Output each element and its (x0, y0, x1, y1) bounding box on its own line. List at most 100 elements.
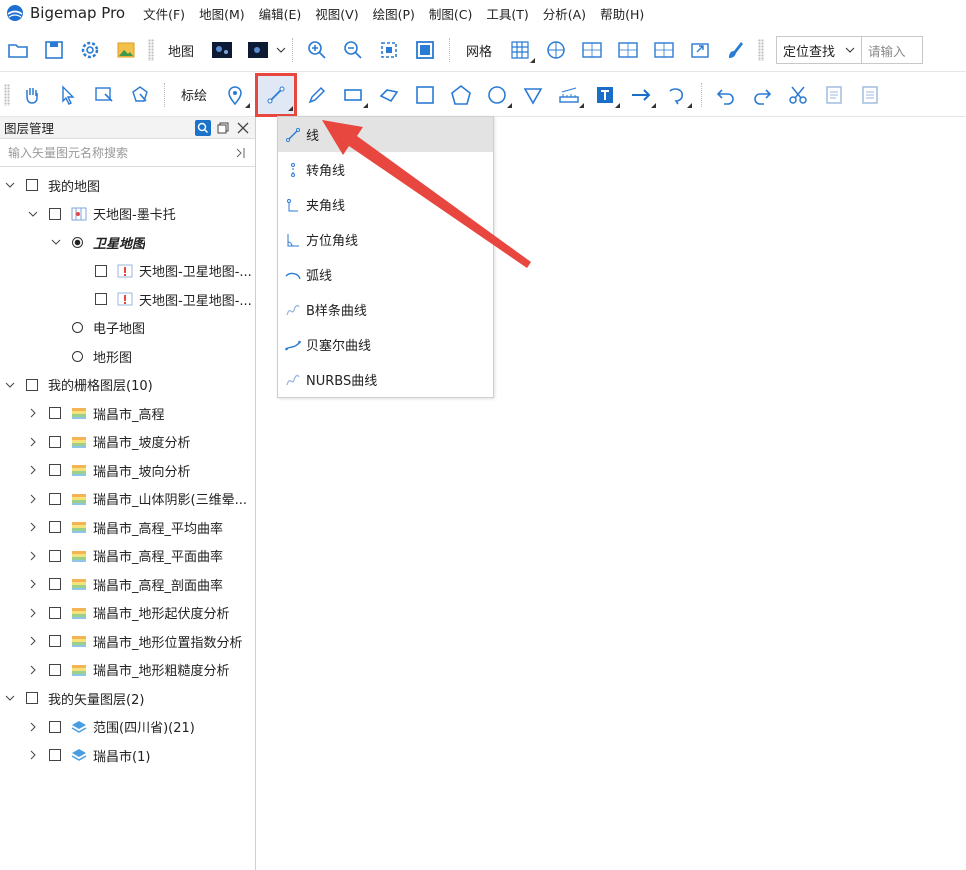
layer-checkbox[interactable] (49, 720, 61, 733)
tree-row[interactable]: 天地图-卫星地图-... (0, 285, 255, 314)
menu-map[interactable]: 地图(M) (199, 4, 245, 23)
sector-button[interactable] (517, 79, 549, 111)
lonlat-grid-button[interactable] (540, 34, 572, 66)
layer-search[interactable]: 输入矢量图元名称搜索 (0, 139, 255, 167)
locate-select[interactable]: 定位查找 (777, 37, 863, 63)
layer-checkbox[interactable] (49, 549, 61, 562)
locate-input[interactable]: 请输入 (862, 41, 922, 60)
tree-row[interactable]: 瑞昌市_地形起伏度分析 (0, 599, 255, 628)
tree-row[interactable]: 瑞昌市_地形粗糙度分析 (0, 656, 255, 685)
chevron-right-icon[interactable] (27, 464, 39, 476)
layer-checkbox[interactable] (95, 293, 107, 306)
chevron-right-icon[interactable] (27, 664, 39, 676)
bearing-line-option[interactable]: 方位角线 (278, 222, 493, 257)
layer-checkbox[interactable] (26, 378, 38, 391)
chevron-right-icon[interactable] (27, 436, 39, 448)
chevron-down-icon[interactable] (4, 179, 16, 191)
layer-checkbox[interactable] (49, 635, 61, 648)
open-folder-button[interactable] (2, 34, 34, 66)
tree-row[interactable]: 电子地图 (0, 314, 255, 343)
export-button[interactable] (684, 34, 716, 66)
select-button[interactable] (52, 79, 84, 111)
panel-search-button[interactable] (195, 119, 211, 136)
tree-row[interactable]: 卫星地图 (0, 228, 255, 257)
layer-checkbox[interactable] (49, 521, 61, 534)
polygon-button[interactable] (373, 79, 405, 111)
layer-radio[interactable] (72, 322, 83, 334)
redo-button[interactable] (746, 79, 778, 111)
circle-button[interactable] (481, 79, 513, 111)
layer-checkbox[interactable] (49, 578, 61, 591)
bezier-option[interactable]: 贝塞尔曲线 (278, 327, 493, 362)
toolbar-grip[interactable] (148, 39, 154, 61)
chevron-right-icon[interactable] (27, 521, 39, 533)
chevron-right-icon[interactable] (27, 578, 39, 590)
panel-float-button[interactable] (215, 120, 231, 136)
tree-row[interactable]: 我的矢量图层(2) (0, 684, 255, 713)
layer-checkbox[interactable] (49, 407, 61, 420)
tree-row[interactable]: 我的地图 (0, 171, 255, 200)
bspline-option[interactable]: B样条曲线 (278, 292, 493, 327)
layer-checkbox[interactable] (49, 492, 61, 505)
settings-button[interactable] (74, 34, 106, 66)
chevron-right-icon[interactable] (27, 749, 39, 761)
chevron-right-icon[interactable] (27, 407, 39, 419)
full-extent-button[interactable] (409, 34, 441, 66)
layer-radio[interactable] (72, 236, 83, 248)
tree-row[interactable]: 瑞昌市_坡度分析 (0, 428, 255, 457)
marker-button[interactable] (219, 79, 251, 111)
layer-checkbox[interactable] (49, 464, 61, 477)
layer-search-input[interactable]: 输入矢量图元名称搜索 (8, 144, 235, 161)
nurbs-option[interactable]: NURBS曲线 (278, 362, 493, 397)
tree-row[interactable]: 瑞昌市_坡向分析 (0, 456, 255, 485)
layer-checkbox[interactable] (49, 207, 61, 220)
map-source-button[interactable] (242, 34, 274, 66)
chevron-down-icon[interactable] (50, 236, 62, 248)
tree-row[interactable]: 天地图-卫星地图-... (0, 257, 255, 286)
pan-button[interactable] (16, 79, 48, 111)
save-button[interactable] (38, 34, 70, 66)
arc-option[interactable]: 弧线 (278, 257, 493, 292)
menu-draw[interactable]: 绘图(P) (373, 4, 415, 23)
layer-checkbox[interactable] (26, 692, 38, 705)
chevron-right-icon[interactable] (27, 721, 39, 733)
tree-row[interactable]: 瑞昌市_高程 (0, 399, 255, 428)
box-select-button[interactable] (88, 79, 120, 111)
chevron-right-icon[interactable] (27, 550, 39, 562)
pen-button[interactable] (301, 79, 333, 111)
polygon-select-button[interactable] (124, 79, 156, 111)
layer-radio[interactable] (72, 350, 83, 362)
mgrs-grid-button[interactable] (648, 34, 680, 66)
rectangle-button[interactable] (337, 79, 369, 111)
tree-row[interactable]: 瑞昌市_高程_剖面曲率 (0, 570, 255, 599)
menu-view[interactable]: 视图(V) (315, 4, 358, 23)
chevron-down-icon[interactable] (276, 45, 286, 55)
attributes-button[interactable] (854, 79, 886, 111)
text-button[interactable] (589, 79, 621, 111)
corner-line-option[interactable]: 转角线 (278, 152, 493, 187)
zoom-extent-button[interactable] (373, 34, 405, 66)
ne-grid-button[interactable] (612, 34, 644, 66)
menu-tools[interactable]: 工具(T) (486, 4, 528, 23)
layer-checkbox[interactable] (49, 749, 61, 762)
tree-row[interactable]: 我的栅格图层(10) (0, 371, 255, 400)
pentagon-button[interactable] (445, 79, 477, 111)
layer-checkbox[interactable] (26, 179, 38, 192)
km-grid-button[interactable] (576, 34, 608, 66)
tree-row[interactable]: 瑞昌市(1) (0, 741, 255, 770)
layer-checkbox[interactable] (49, 606, 61, 619)
layer-checkbox[interactable] (49, 663, 61, 676)
image-button[interactable] (110, 34, 142, 66)
tree-row[interactable]: 范围(四川省)(21) (0, 713, 255, 742)
angle-line-option[interactable]: 夹角线 (278, 187, 493, 222)
tree-row[interactable]: 天地图-墨卡托 (0, 200, 255, 229)
chevron-right-icon[interactable] (27, 607, 39, 619)
panel-close-button[interactable] (235, 120, 251, 136)
menu-help[interactable]: 帮助(H) (600, 4, 644, 23)
cut-button[interactable] (782, 79, 814, 111)
collapse-right-icon[interactable] (235, 147, 247, 159)
zoom-in-button[interactable] (301, 34, 333, 66)
copy-button[interactable] (818, 79, 850, 111)
grid-button[interactable] (504, 34, 536, 66)
line-option[interactable]: 线 (278, 117, 493, 152)
